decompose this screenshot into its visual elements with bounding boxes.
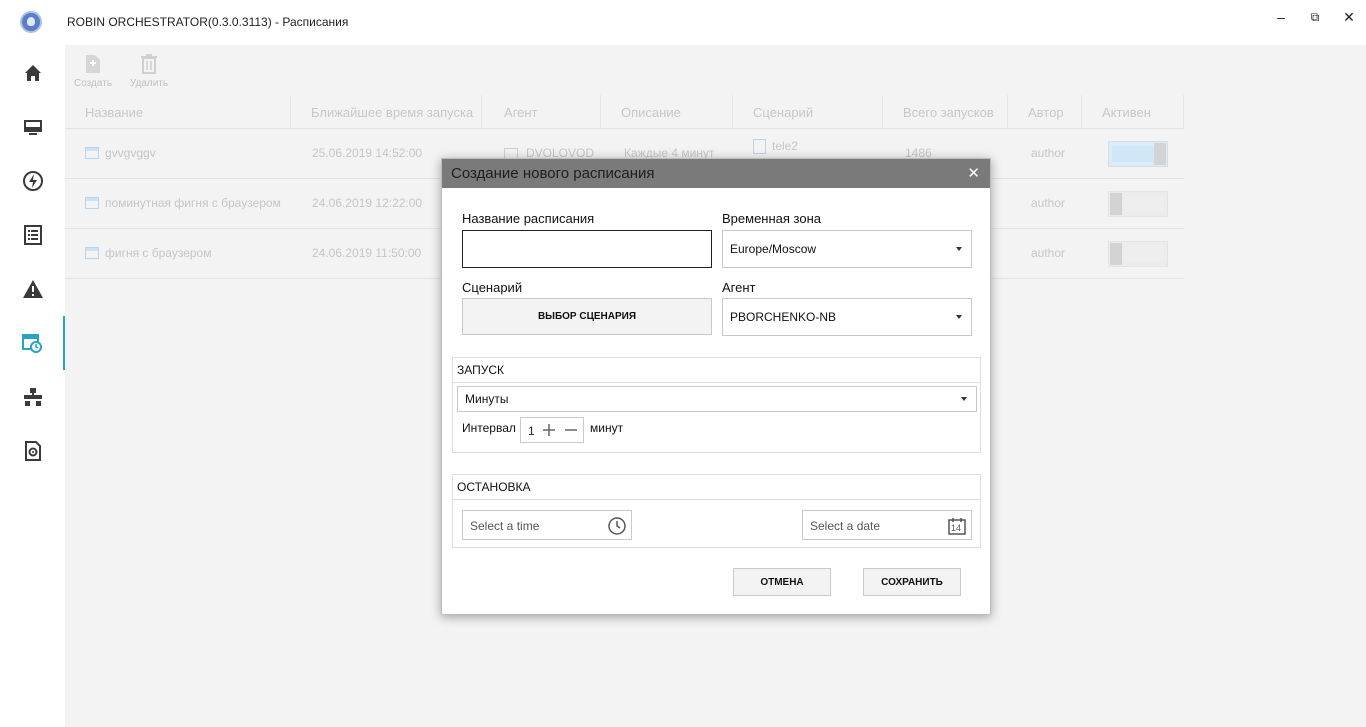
row-next-run: 24.06.2019 12:22:00: [312, 196, 423, 210]
row-author: author: [1031, 246, 1066, 260]
chevron-down-icon: [961, 397, 967, 401]
agent-label: Агент: [722, 280, 756, 295]
dialog-header: Создание нового расписания ✕: [442, 159, 990, 188]
interval-label: Интервал: [462, 421, 516, 435]
sidebar-item-logs[interactable]: [0, 208, 65, 262]
stop-time-picker[interactable]: Select a time: [462, 510, 632, 540]
close-window-button[interactable]: ✕: [1339, 8, 1359, 26]
agent-value: PBORCHENKO-NB: [730, 310, 837, 324]
monitor-icon: [23, 120, 42, 135]
row-author: author: [1031, 196, 1066, 210]
settings-file-icon: [24, 441, 41, 461]
delete-button[interactable]: Удалить: [127, 53, 171, 89]
sidebar-item-settings[interactable]: [0, 424, 65, 478]
time-placeholder: Select a time: [470, 519, 540, 533]
period-value: Минуты: [465, 392, 509, 406]
row-name: поминутная фигня с браузером: [105, 196, 281, 210]
robin-logo-icon: [20, 11, 42, 33]
window-title: ROBIN ORCHESTRATOR(0.3.0.3113) - Расписа…: [67, 15, 349, 29]
launch-section: ЗАПУСК Минуты Интервал 1 минут: [452, 357, 981, 453]
home-icon: [24, 65, 41, 81]
row-name: фигня с браузером: [105, 246, 212, 260]
interval-stepper[interactable]: 1: [520, 417, 584, 443]
delete-label: Удалить: [129, 78, 169, 89]
interval-value: 1: [528, 424, 535, 438]
timezone-select[interactable]: Europe/Moscow: [722, 230, 972, 268]
column-scenario[interactable]: Сценарий: [753, 105, 813, 120]
agent-select[interactable]: PBORCHENKO-NB: [722, 298, 972, 336]
column-author[interactable]: Автор: [1028, 105, 1064, 120]
calendar-day: 14: [951, 523, 962, 533]
create-label: Создать: [73, 78, 112, 89]
trash-icon: [141, 54, 157, 74]
sidebar-item-triggers[interactable]: [0, 154, 65, 208]
calendar-icon[interactable]: 14: [947, 516, 967, 536]
schedule-name-label: Название расписания: [462, 211, 595, 226]
toolbar: Создать Удалить: [65, 45, 1366, 95]
sidebar-item-agents[interactable]: [0, 100, 65, 154]
table-icon: [85, 197, 99, 209]
row-author: author: [1031, 146, 1066, 160]
period-select[interactable]: Минуты: [457, 386, 977, 412]
column-description[interactable]: Описание: [621, 105, 681, 120]
chevron-down-icon: [956, 247, 962, 251]
launch-header: ЗАПУСК: [453, 358, 980, 383]
sidebar-item-schedules[interactable]: [0, 316, 65, 370]
sidebar: [0, 45, 65, 727]
table-header: Название Ближайшее время запуска Агент О…: [65, 95, 1184, 129]
lightning-icon: [22, 171, 43, 191]
dialog-close-icon[interactable]: ✕: [967, 164, 980, 182]
sidebar-item-home[interactable]: [0, 46, 65, 100]
column-next-run[interactable]: Ближайшее время запуска: [311, 105, 473, 120]
chevron-down-icon: [956, 315, 962, 319]
table-icon: [85, 147, 99, 159]
select-scenario-button[interactable]: ВЫБОР СЦЕНАРИЯ: [462, 298, 712, 335]
create-schedule-dialog: Создание нового расписания ✕ Название ра…: [441, 158, 991, 615]
warning-icon: [22, 280, 43, 298]
network-icon: [23, 388, 42, 406]
scenario-label: Сценарий: [462, 280, 523, 295]
sidebar-item-network[interactable]: [0, 370, 65, 424]
dialog-title: Создание нового расписания: [451, 165, 655, 182]
minus-icon[interactable]: [564, 423, 578, 437]
schedule-icon: [21, 334, 42, 353]
sidebar-item-alerts[interactable]: [0, 262, 65, 316]
create-file-icon: [86, 55, 100, 73]
column-active[interactable]: Активен: [1102, 105, 1151, 120]
date-placeholder: Select a date: [810, 519, 881, 533]
create-button[interactable]: Создать: [71, 53, 115, 89]
clock-icon[interactable]: [607, 516, 627, 536]
timezone-label: Временная зона: [722, 211, 821, 226]
stop-header: ОСТАНОВКА: [453, 475, 980, 500]
interval-unit: минут: [590, 421, 624, 435]
minimize-button[interactable]: ‒: [1271, 8, 1291, 26]
plus-icon[interactable]: [542, 423, 556, 437]
column-agent[interactable]: Агент: [504, 105, 538, 120]
column-total-runs[interactable]: Всего запусков: [903, 105, 994, 120]
title-bar: ROBIN ORCHESTRATOR(0.3.0.3113) - Расписа…: [0, 0, 1366, 45]
active-toggle[interactable]: [1108, 141, 1168, 167]
stop-section: ОСТАНОВКА Select a time Select a date 14: [452, 474, 981, 548]
restore-button[interactable]: ⧉: [1305, 8, 1325, 26]
row-scenario: tele2: [753, 139, 798, 155]
active-toggle[interactable]: [1108, 191, 1168, 217]
timezone-value: Europe/Moscow: [730, 242, 817, 256]
row-next-run: 25.06.2019 14:52:00: [312, 146, 423, 160]
schedule-name-input[interactable]: [462, 230, 712, 268]
cancel-button[interactable]: ОТМЕНА: [733, 568, 831, 596]
save-button[interactable]: СОХРАНИТЬ: [863, 568, 961, 596]
row-next-run: 24.06.2019 11:50:00: [312, 246, 422, 260]
active-toggle[interactable]: [1108, 241, 1168, 267]
stop-date-picker[interactable]: Select a date 14: [802, 510, 972, 540]
column-name[interactable]: Название: [85, 105, 143, 120]
row-name: gvvgvggv: [105, 146, 156, 160]
table-icon: [85, 247, 99, 259]
document-list-icon: [23, 225, 42, 245]
